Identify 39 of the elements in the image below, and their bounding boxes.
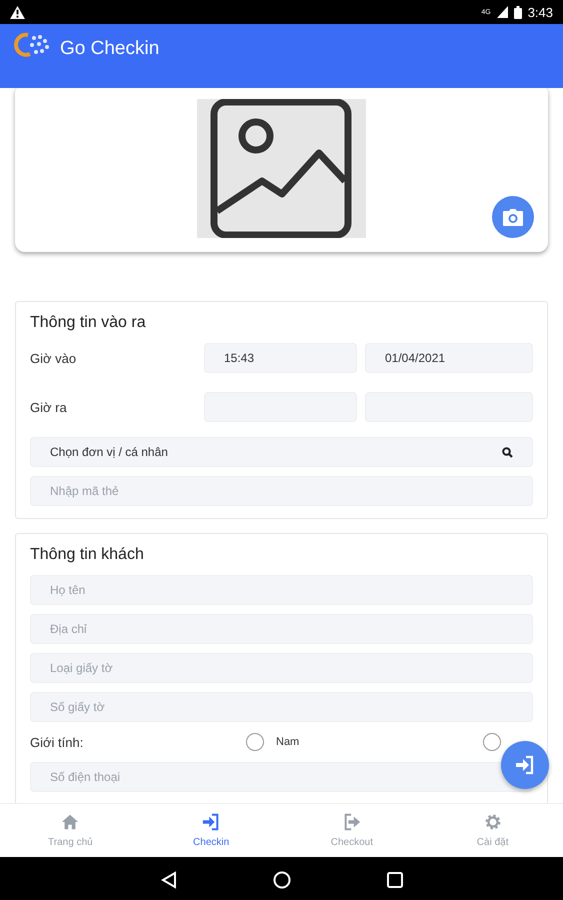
home-icon[interactable]: [272, 870, 290, 888]
image-placeholder-icon: [197, 99, 366, 238]
section-title: Thông tin vào ra: [30, 314, 147, 332]
back-icon[interactable]: [160, 870, 176, 888]
unit-select[interactable]: Chọn đơn vị / cá nhân: [30, 437, 533, 467]
warning-icon: [10, 6, 25, 18]
recents-icon[interactable]: [386, 872, 402, 888]
phone-field[interactable]: Số điện thoại: [30, 762, 533, 792]
input-field[interactable]: Địa chỉ: [30, 614, 533, 644]
camera-button[interactable]: [492, 196, 534, 238]
input-field[interactable]: Họ tên: [30, 575, 533, 605]
gear-icon: [484, 813, 502, 831]
nav-tab[interactable]: Checkin: [140, 804, 282, 857]
nav-tab[interactable]: Cài đặt: [422, 804, 563, 857]
input-field[interactable]: Số giấy tờ: [30, 692, 533, 722]
status-time: 3:43: [528, 4, 553, 20]
camera-icon: [503, 208, 523, 226]
field-label: Giờ vào: [30, 350, 78, 366]
battery-icon: [514, 6, 522, 18]
logo-icon: [12, 32, 52, 58]
logout-arrow-icon: [342, 813, 361, 831]
search-icon: [502, 446, 513, 458]
card-code-field[interactable]: Nhập mã thẻ: [30, 476, 533, 506]
login-arrow-icon: [514, 755, 536, 775]
login-arrow-icon: [202, 813, 220, 831]
field-label: Giờ ra: [30, 400, 68, 414]
house-icon: [61, 813, 80, 831]
radio-button[interactable]: [246, 733, 264, 751]
section-title: Thông tin khách: [30, 546, 145, 564]
gender-label: Giới tính:: [30, 734, 84, 750]
radio-label: Nam: [276, 736, 300, 748]
app-title: Go Checkin: [60, 38, 160, 60]
time-field[interactable]: 15:43: [204, 343, 357, 373]
radio-button[interactable]: [483, 733, 501, 751]
input-field[interactable]: Loại giấy tờ: [30, 653, 533, 683]
nav-tab[interactable]: Trang chủ: [0, 804, 141, 857]
nav-tab[interactable]: Checkout: [282, 804, 422, 857]
date-field[interactable]: 01/04/2021: [365, 343, 533, 373]
signal-icon: [496, 6, 508, 18]
